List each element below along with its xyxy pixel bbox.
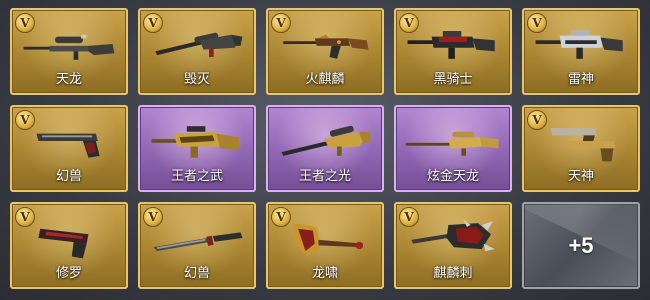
weapon-name: 幻兽 bbox=[183, 266, 210, 281]
weapon-name: 黑骑士 bbox=[433, 72, 473, 87]
weapon-tile[interactable]: V 雷神 bbox=[522, 8, 640, 95]
m4-rifle-red-icon bbox=[402, 20, 504, 68]
weapon-name: 王者之光 bbox=[298, 169, 351, 184]
weapon-name: 天神 bbox=[567, 169, 594, 184]
heavy-sniper-icon bbox=[146, 20, 248, 68]
weapon-name: 毁灭 bbox=[183, 72, 210, 87]
weapon-tile[interactable]: V 毁灭 bbox=[138, 8, 256, 95]
ak-rifle-icon bbox=[274, 20, 376, 68]
weapon-tile[interactable]: V 龙啸 bbox=[266, 202, 384, 289]
m4-rifle-silver-icon bbox=[530, 20, 632, 68]
gold-long-sniper-icon bbox=[402, 117, 504, 165]
red-pistol-icon bbox=[18, 214, 120, 262]
sniper-rifle-icon bbox=[18, 20, 120, 68]
weapon-name: 天龙 bbox=[55, 72, 82, 87]
weapon-grid: V 天龙 V 毁灭 V 火麒麟 V 黑骑士 V 雷神 V 幻兽 王者之武 王者之… bbox=[10, 8, 640, 289]
weapon-name: 炫金天龙 bbox=[426, 169, 479, 184]
weapon-tile[interactable]: V 修罗 bbox=[10, 202, 128, 289]
weapon-name: 龙啸 bbox=[311, 266, 338, 281]
weapon-name: 幻兽 bbox=[55, 169, 82, 184]
weapon-tile[interactable]: V 火麒麟 bbox=[266, 8, 384, 95]
weapon-tile[interactable]: V 黑骑士 bbox=[394, 8, 512, 95]
more-weapons-tile[interactable]: +5 bbox=[522, 202, 640, 289]
weapon-tile[interactable]: V 麒麟刺 bbox=[394, 202, 512, 289]
weapon-tile[interactable]: V 幻兽 bbox=[138, 202, 256, 289]
weapon-tile[interactable]: V 天龙 bbox=[10, 8, 128, 95]
weapon-name: 修罗 bbox=[55, 266, 82, 281]
weapon-name: 麒麟刺 bbox=[433, 266, 473, 281]
gold-sniper-icon bbox=[274, 117, 376, 165]
more-count: +5 bbox=[568, 232, 594, 258]
dual-pistols-icon bbox=[530, 117, 632, 165]
pistol-icon bbox=[18, 117, 120, 165]
weapon-name: 雷神 bbox=[567, 72, 594, 87]
weapon-tile[interactable]: 炫金天龙 bbox=[394, 105, 512, 192]
weapon-tile[interactable]: 王者之光 bbox=[266, 105, 384, 192]
weapon-name: 王者之武 bbox=[170, 169, 223, 184]
claw-blade-icon bbox=[402, 214, 504, 262]
gold-rifle-icon bbox=[146, 117, 248, 165]
weapon-name: 火麒麟 bbox=[305, 72, 345, 87]
weapon-tile[interactable]: V 天神 bbox=[522, 105, 640, 192]
weapon-tile[interactable]: V 幻兽 bbox=[10, 105, 128, 192]
weapon-tile[interactable]: 王者之武 bbox=[138, 105, 256, 192]
knife-icon bbox=[146, 214, 248, 262]
dragon-axe-icon bbox=[274, 214, 376, 262]
